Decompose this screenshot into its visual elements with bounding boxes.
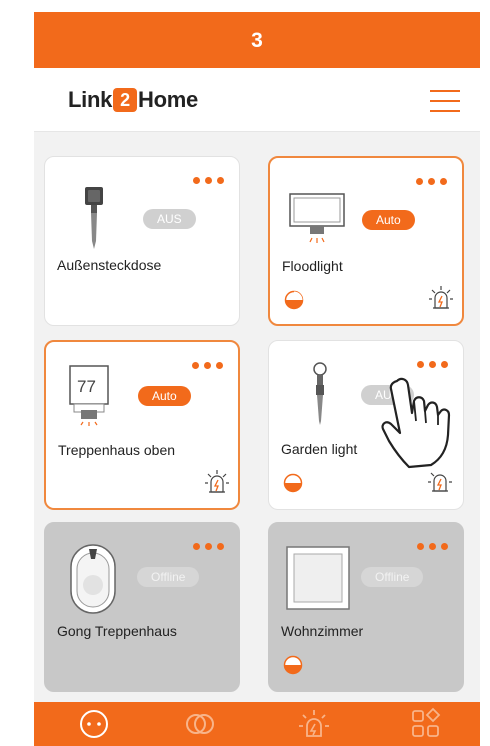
groups-tab-icon[interactable] xyxy=(180,704,220,744)
doorbell-gong-icon xyxy=(70,544,116,614)
wall-switch-icon xyxy=(286,546,350,610)
device-card-treppenhaus-oben[interactable]: 77 Auto Treppenhaus oben xyxy=(44,340,240,510)
device-name: Außensteckdose xyxy=(57,257,162,273)
motion-light-icon: 77 xyxy=(69,365,109,426)
motion-sensor-icon[interactable] xyxy=(204,468,230,498)
floodlight-icon xyxy=(289,193,345,243)
status-badge[interactable]: Auto xyxy=(362,210,415,230)
more-options-button[interactable] xyxy=(193,175,225,185)
step-number: 3 xyxy=(251,29,263,52)
link2home-logo: Link 2 Home xyxy=(68,87,198,112)
garden-light-icon xyxy=(313,362,327,425)
device-card-gong-treppenhaus[interactable]: Offline Gong Treppenhaus xyxy=(44,522,240,692)
device-grid: AUS Außensteckdose Auto Floodlight 77 Au… xyxy=(34,132,480,702)
more-options-button[interactable] xyxy=(417,359,449,369)
apps-tab-icon[interactable] xyxy=(406,704,446,744)
status-badge[interactable]: AUS xyxy=(143,209,196,229)
hamburger-menu-button[interactable] xyxy=(430,90,460,112)
more-options-button[interactable] xyxy=(417,541,449,551)
timer-schedule-icon[interactable] xyxy=(283,473,303,493)
bottom-tab-bar xyxy=(34,702,480,746)
timer-schedule-icon[interactable] xyxy=(284,290,304,310)
device-name: Floodlight xyxy=(282,258,343,274)
device-card-aussensteckdose[interactable]: AUS Außensteckdose xyxy=(44,156,240,326)
status-badge[interactable]: Auto xyxy=(138,386,191,406)
device-name: Garden light xyxy=(281,441,358,457)
more-options-button[interactable] xyxy=(192,360,224,370)
more-options-button[interactable] xyxy=(193,541,225,551)
device-card-garden-light[interactable]: AUS Garden light xyxy=(268,340,464,510)
timer-schedule-icon[interactable] xyxy=(283,655,303,675)
step-banner: 3 xyxy=(34,12,480,68)
app-screen: 3 Link 2 Home AUS Außensteckdose Auto Fl… xyxy=(34,12,480,746)
device-card-wohnzimmer[interactable]: Offline Wohnzimmer xyxy=(268,522,464,692)
alarm-tab-icon[interactable] xyxy=(294,704,334,744)
device-name: Treppenhaus oben xyxy=(58,442,176,458)
motion-sensor-icon[interactable] xyxy=(427,467,453,497)
motion-sensor-icon[interactable] xyxy=(428,284,454,314)
status-badge[interactable]: Offline xyxy=(361,567,424,587)
display-value: 77 xyxy=(77,377,96,396)
more-options-button[interactable] xyxy=(416,176,448,186)
device-name: Gong Treppenhaus xyxy=(57,623,177,639)
devices-tab-icon[interactable] xyxy=(74,704,114,744)
app-header: Link 2 Home xyxy=(34,68,480,132)
tap-hand-icon xyxy=(381,377,451,469)
status-badge[interactable]: Offline xyxy=(137,567,200,587)
outdoor-socket-icon xyxy=(85,187,103,249)
device-name: Wohnzimmer xyxy=(281,623,364,639)
device-card-floodlight[interactable]: Auto Floodlight xyxy=(268,156,464,326)
